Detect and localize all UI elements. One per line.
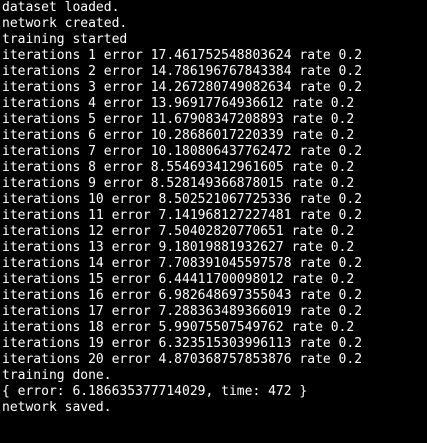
terminal-line-iteration-15: iterations 15 error 6.44411700098012 rat… [2,272,355,287]
terminal-line-training-started: training started [2,32,128,47]
terminal-line-iteration-4: iterations 4 error 13.96917764936612 rat… [2,96,355,111]
terminal-line-iteration-10: iterations 10 error 8.502521067725336 ra… [2,192,363,207]
terminal-line-network-created: network created. [2,16,128,31]
terminal-line-iteration-14: iterations 14 error 7.708391045597578 ra… [2,256,363,271]
terminal-line-training-done: training done. [2,368,112,383]
terminal-line-iteration-8: iterations 8 error 8.554693412961605 rat… [2,160,355,175]
terminal-line-iteration-11: iterations 11 error 7.141968127227481 ra… [2,208,363,223]
terminal-line-iteration-18: iterations 18 error 5.99075507549762 rat… [2,320,355,335]
terminal-line-iteration-19: iterations 19 error 6.323515303996113 ra… [2,336,363,351]
terminal-line-iteration-12: iterations 12 error 7.50402820770651 rat… [2,224,355,239]
terminal-line-iteration-6: iterations 6 error 10.28686017220339 rat… [2,128,355,143]
terminal-line-iteration-1: iterations 1 error 17.461752548803624 ra… [2,48,363,63]
terminal-window[interactable]: dataset loaded. network created. trainin… [0,0,427,443]
terminal-line-iteration-3: iterations 3 error 14.267280749082634 ra… [2,80,363,95]
terminal-line-result-summary: { error: 6.186635377714029, time: 472 } [2,384,308,399]
terminal-line-iteration-17: iterations 17 error 7.288363489366019 ra… [2,304,363,319]
terminal-line-iteration-20: iterations 20 error 4.870368757853876 ra… [2,352,363,367]
terminal-line-iteration-13: iterations 13 error 9.18019881932627 rat… [2,240,355,255]
terminal-line-iteration-9: iterations 9 error 8.528149366878015 rat… [2,176,355,191]
terminal-line-dataset-loaded: dataset loaded. [2,0,120,15]
terminal-line-iteration-5: iterations 5 error 11.67908347208893 rat… [2,112,355,127]
terminal-line-iteration-2: iterations 2 error 14.786196767843384 ra… [2,64,363,79]
terminal-line-iteration-7: iterations 7 error 10.180806437762472 ra… [2,144,363,159]
terminal-line-network-saved: network saved. [2,400,112,414]
terminal-line-iteration-16: iterations 16 error 6.982648697355043 ra… [2,288,363,303]
